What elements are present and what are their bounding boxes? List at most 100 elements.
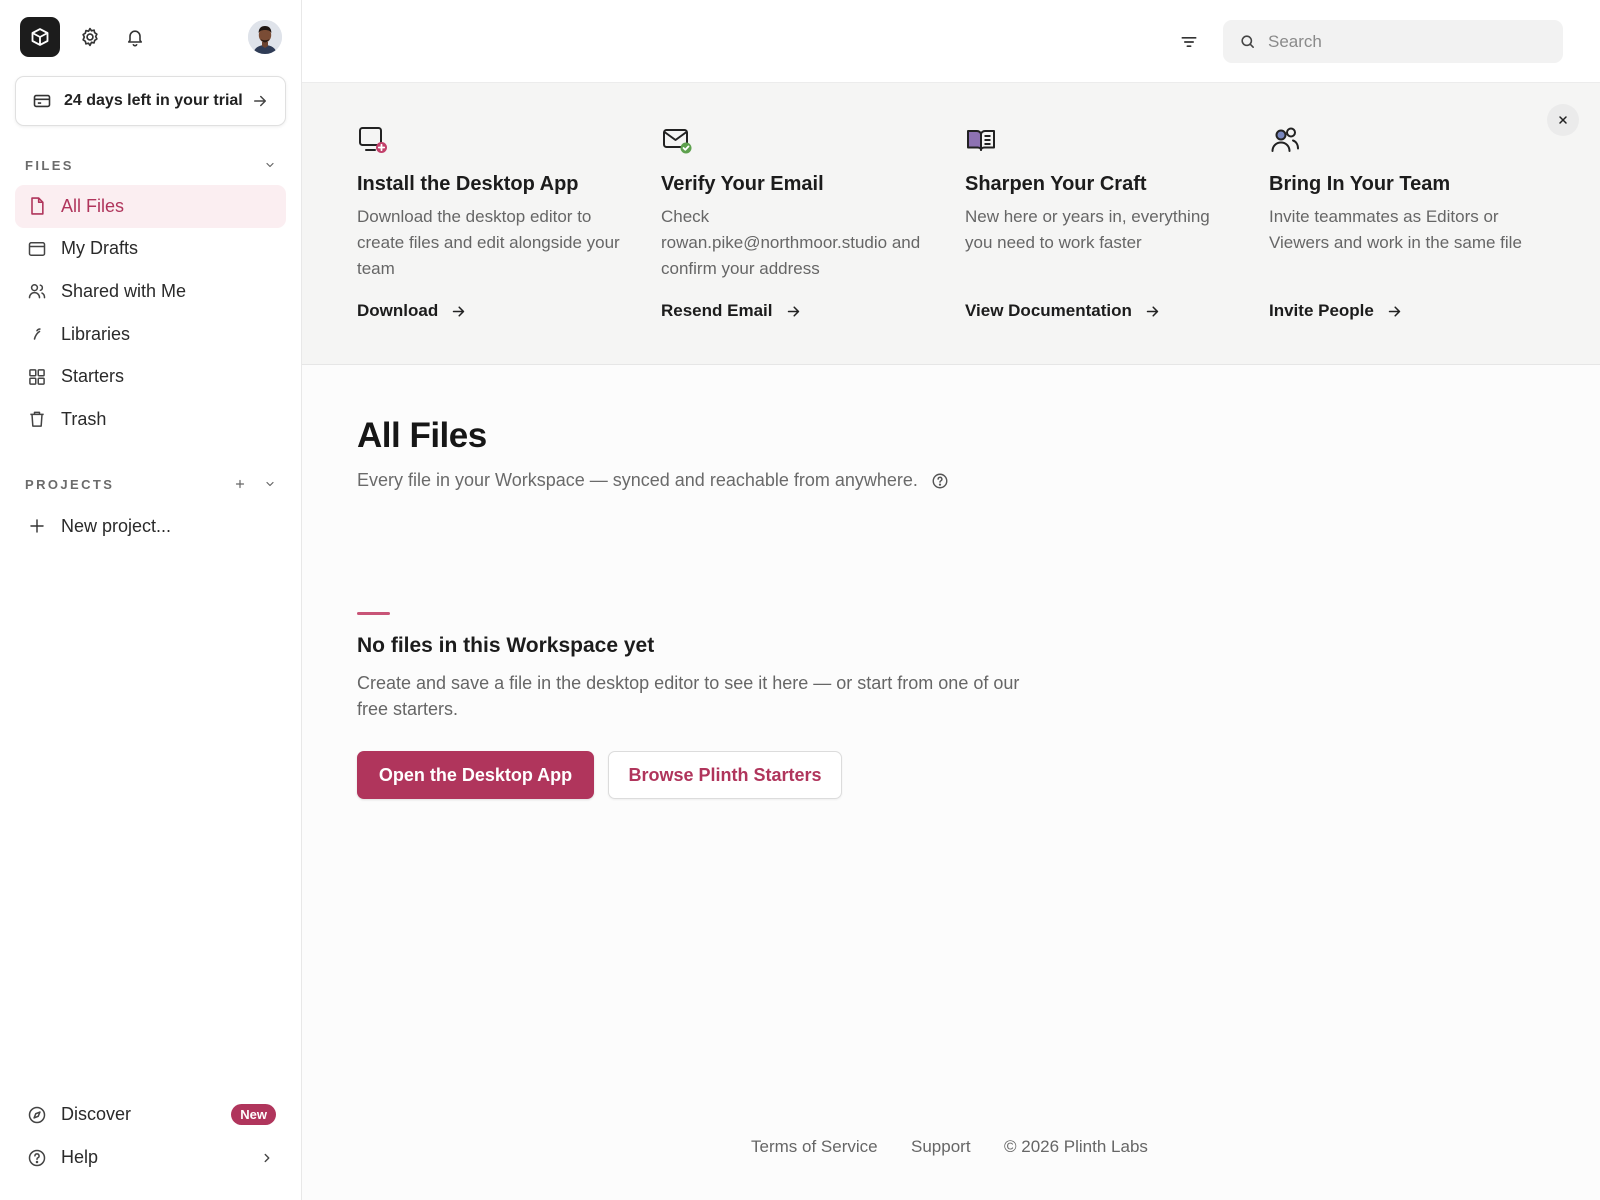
accent-divider <box>357 612 390 615</box>
trash-icon <box>27 409 47 429</box>
open-desktop-app-button[interactable]: Open the Desktop App <box>357 751 594 799</box>
browse-starters-button[interactable]: Browse Plinth Starters <box>608 751 842 799</box>
filter-button[interactable] <box>1174 27 1204 57</box>
settings-button[interactable] <box>78 25 102 49</box>
page-title: All Files <box>357 416 487 455</box>
sidebar-item-label: Shared with Me <box>61 280 187 301</box>
card-description: New here or years in, everything you nee… <box>965 207 1210 252</box>
sidebar-item-label: Starters <box>61 366 125 387</box>
sidebar-header <box>20 17 282 57</box>
sidebar-item-label: Trash <box>61 408 107 429</box>
invite-people-link-label: Invite People <box>1269 301 1374 320</box>
gear-icon <box>82 27 98 47</box>
notifications-button[interactable] <box>123 25 147 49</box>
empty-state-description: Create and save a file in the desktop ed… <box>357 673 1020 719</box>
card-description: Check rowan.pike@northmoor.studio and co… <box>661 207 921 278</box>
user-avatar-icon <box>248 20 282 54</box>
card-install-desktop: Install the Desktop App Download the des… <box>357 123 627 282</box>
page-subtitle: Every file in your Workspace — synced an… <box>357 470 950 491</box>
arrow-right-icon <box>1386 303 1403 320</box>
chevron-down-icon <box>266 162 274 168</box>
files-nav: All Files My Drafts Shared with Me Libra… <box>15 185 286 441</box>
projects-collapse-button[interactable] <box>260 474 280 494</box>
onboarding-banner: Install the Desktop App Download the des… <box>302 83 1600 365</box>
team-icon <box>1269 123 1303 157</box>
sidebar-footer: Discover New Help <box>15 1093 286 1179</box>
sidebar-item-shared-with-me[interactable]: Shared with Me <box>15 270 286 313</box>
projects-section-header: PROJECTS <box>25 474 280 494</box>
card-title: Bring In Your Team <box>1269 173 1451 195</box>
download-link-label: Download <box>357 301 439 320</box>
avatar[interactable] <box>248 20 282 54</box>
arrow-right-icon <box>450 303 467 320</box>
empty-state-title: No files in this Workspace yet <box>357 634 655 657</box>
page-subtitle-text: Every file in your Workspace — synced an… <box>357 470 918 490</box>
sidebar-item-discover[interactable]: Discover New <box>15 1093 286 1136</box>
filter-icon <box>1181 37 1197 48</box>
sidebar-item-all-files[interactable]: All Files <box>15 185 286 228</box>
download-link[interactable]: Download <box>357 301 467 321</box>
new-badge: New <box>231 1104 276 1125</box>
card-verify-email: Verify Your Email Check rowan.pike@north… <box>661 123 931 282</box>
card-title: Install the Desktop App <box>357 173 579 195</box>
sidebar: 24 days left in your trial FILES All Fil… <box>0 0 302 1200</box>
arrow-right-icon <box>785 303 802 320</box>
bell-icon <box>127 30 143 47</box>
sidebar-item-libraries[interactable]: Libraries <box>15 313 286 356</box>
close-banner-button[interactable] <box>1547 104 1579 136</box>
compass-icon <box>27 1105 47 1125</box>
search-input[interactable] <box>1268 31 1548 52</box>
plus-icon <box>235 479 245 489</box>
resend-email-link-label: Resend Email <box>661 301 773 320</box>
file-icon <box>27 196 47 216</box>
card-sharpen-craft: Sharpen Your Craft New here or years in,… <box>965 123 1235 256</box>
search-box[interactable] <box>1223 20 1563 63</box>
files-collapse-button[interactable] <box>260 155 280 175</box>
terms-link[interactable]: Terms of Service <box>751 1137 878 1157</box>
invite-people-link[interactable]: Invite People <box>1269 301 1403 321</box>
new-project-label: New project... <box>61 515 172 536</box>
trial-text: 24 days left in your trial <box>64 92 243 109</box>
sidebar-item-label: Libraries <box>61 323 131 344</box>
cube-icon <box>31 28 49 46</box>
plus-icon <box>27 516 47 536</box>
chevron-down-icon <box>266 481 274 487</box>
top-bar <box>302 0 1600 83</box>
view-documentation-link-label: View Documentation <box>965 301 1132 320</box>
card-title: Verify Your Email <box>661 173 824 195</box>
support-link[interactable]: Support <box>911 1137 971 1157</box>
footer: Terms of Service Support © 2026 Plinth L… <box>0 1137 1600 1161</box>
book-icon <box>965 123 999 157</box>
view-documentation-link[interactable]: View Documentation <box>965 301 1161 321</box>
add-project-button[interactable] <box>230 474 250 494</box>
app-logo[interactable] <box>20 17 60 57</box>
projects-section-label: PROJECTS <box>25 476 115 492</box>
card-title: Sharpen Your Craft <box>965 173 1147 195</box>
copyright-text: © 2026 Plinth Labs <box>1004 1137 1148 1156</box>
files-section-label: FILES <box>25 157 74 173</box>
question-icon <box>932 473 948 488</box>
drafts-icon <box>27 239 47 259</box>
card-bring-team: Bring In Your Team Invite teammates as E… <box>1269 123 1539 256</box>
search-icon <box>1241 35 1254 48</box>
close-icon <box>1559 116 1567 124</box>
trial-banner[interactable]: 24 days left in your trial <box>15 76 286 126</box>
grid-icon <box>27 367 47 387</box>
files-section-header: FILES <box>25 155 280 175</box>
sidebar-item-starters[interactable]: Starters <box>15 355 286 398</box>
info-button[interactable] <box>930 471 950 491</box>
libraries-icon <box>27 324 47 344</box>
people-icon <box>27 281 47 301</box>
card-icon <box>33 94 51 108</box>
discover-label: Discover <box>61 1104 132 1124</box>
resend-email-link[interactable]: Resend Email <box>661 301 802 321</box>
card-description: Download the desktop editor to create fi… <box>357 207 620 278</box>
new-project-button[interactable]: New project... <box>15 506 286 546</box>
sidebar-item-label: All Files <box>61 195 125 216</box>
sidebar-item-my-drafts[interactable]: My Drafts <box>15 228 286 271</box>
mail-check-icon <box>661 123 695 157</box>
sidebar-item-trash[interactable]: Trash <box>15 398 286 441</box>
desktop-plus-icon <box>357 123 391 157</box>
sidebar-item-label: My Drafts <box>61 238 139 259</box>
arrow-right-icon <box>1144 303 1161 320</box>
